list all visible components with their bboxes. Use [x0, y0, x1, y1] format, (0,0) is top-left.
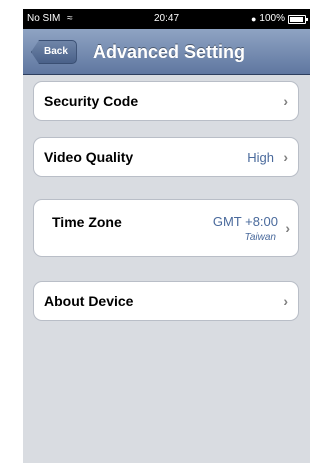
time-zone-region: Taiwan	[244, 232, 276, 243]
lock-icon: ●	[250, 14, 257, 24]
time-zone-row[interactable]: Time Zone GMT +8:00 Taiwan ›	[33, 199, 299, 257]
about-device-row[interactable]: About Device ›	[33, 281, 299, 321]
battery-icon	[288, 14, 308, 24]
chevron-right-icon: ›	[283, 93, 288, 109]
video-quality-label: Video Quality	[44, 149, 134, 165]
chevron-right-icon: ›	[283, 149, 288, 165]
video-quality-row[interactable]: Video Quality High ›	[33, 137, 299, 177]
back-button[interactable]: Back	[31, 40, 77, 64]
page-title: Advanced Setting	[93, 42, 246, 62]
status-right: ● 100%	[250, 9, 308, 29]
battery-percent: 100%	[259, 13, 285, 24]
video-quality-value: High	[247, 150, 274, 165]
chevron-right-icon: ›	[285, 220, 290, 236]
time-zone-label: Time Zone	[52, 214, 122, 230]
status-bar: No SIM ≈ 20:47 ● 100%	[23, 9, 310, 29]
about-device-label: About Device	[44, 293, 134, 309]
security-code-row[interactable]: Security Code ›	[33, 81, 299, 121]
chevron-right-icon: ›	[283, 293, 288, 309]
navigation-bar: Back Advanced Setting	[23, 29, 310, 75]
device-screen: No SIM ≈ 20:47 ● 100% Back Advanced Sett…	[23, 9, 310, 463]
time-zone-value: GMT +8:00	[212, 214, 278, 229]
security-code-label: Security Code	[44, 93, 139, 109]
